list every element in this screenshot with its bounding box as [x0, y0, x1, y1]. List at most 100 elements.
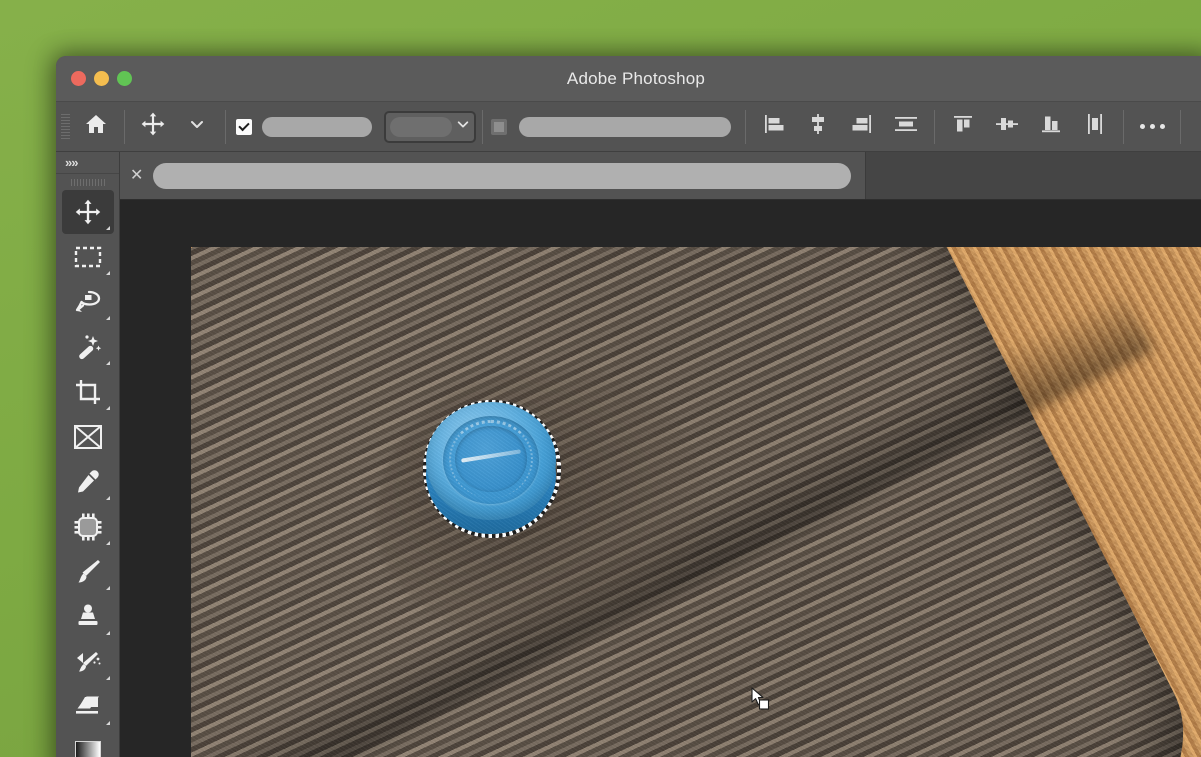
- tool-flyout-indicator-icon: [105, 676, 110, 680]
- distribute-horizontal-centers-icon: [1084, 112, 1106, 141]
- frame-icon: [73, 424, 103, 450]
- align-right-edges-icon: [850, 113, 874, 140]
- separator: [225, 109, 226, 144]
- align-left-edges-button[interactable]: [752, 105, 796, 149]
- options-bar: [56, 102, 1201, 152]
- sidebar-item-lasso-tool[interactable]: [62, 280, 114, 324]
- separator: [124, 109, 125, 144]
- canvas-area[interactable]: [120, 200, 1201, 757]
- sidebar-item-rectangular-marquee-tool[interactable]: [62, 235, 114, 279]
- show-transform-checkbox[interactable]: [491, 118, 507, 135]
- tools-panel: »»: [56, 152, 120, 757]
- gradient-swatch-icon: [74, 741, 101, 757]
- move-tool-icon: [140, 111, 166, 142]
- tool-flyout-indicator-icon: [105, 271, 110, 275]
- chevron-down-icon: [456, 117, 470, 136]
- tool-flyout-indicator-icon: [105, 586, 110, 590]
- auto-select-label-redacted: [262, 116, 372, 137]
- lasso-icon: [74, 289, 102, 315]
- move-tool-icon: [74, 198, 102, 226]
- home-button[interactable]: [74, 105, 118, 149]
- minimize-window-button[interactable]: [94, 71, 109, 86]
- sidebar-item-magic-wand-tool[interactable]: [62, 325, 114, 369]
- align-vertical-centers-button[interactable]: [985, 105, 1029, 149]
- title-bar: Adobe Photoshop: [56, 56, 1201, 102]
- sidebar-item-frame-tool[interactable]: [62, 415, 114, 459]
- document-tab-title-redacted: [153, 162, 851, 189]
- photoshop-window: Adobe Photoshop »» ✕: [56, 56, 1201, 757]
- selected-compass-disc[interactable]: [418, 395, 566, 543]
- tool-preset-chevron-button[interactable]: [175, 105, 219, 149]
- distribute-vertical-centers-button[interactable]: [884, 105, 928, 149]
- window-title: Adobe Photoshop: [566, 68, 706, 88]
- document-column: ✕: [120, 152, 1201, 757]
- eraser-icon: [73, 694, 103, 720]
- move-cursor: [751, 687, 773, 713]
- auto-select-option: [236, 116, 372, 137]
- crop-icon: [74, 378, 102, 406]
- layer-scope-select[interactable]: [384, 110, 476, 143]
- separator: [745, 109, 746, 144]
- home-icon: [84, 112, 108, 141]
- tool-flyout-indicator-icon: [105, 406, 110, 410]
- close-tab-icon[interactable]: ✕: [130, 167, 143, 184]
- align-group-edges: [752, 105, 928, 149]
- tab-bar-filler: [866, 152, 1201, 199]
- chevron-down-icon: [189, 116, 205, 137]
- spot-healing-icon: [74, 513, 102, 541]
- sidebar-item-brush-tool[interactable]: [62, 550, 114, 594]
- document-tab[interactable]: ✕: [120, 152, 866, 199]
- tool-flyout-indicator-icon: [105, 541, 110, 545]
- align-bottom-edges-button[interactable]: [1029, 105, 1073, 149]
- align-left-edges-icon: [762, 113, 786, 140]
- active-tool-button[interactable]: [131, 105, 175, 149]
- align-group-vertical: [941, 105, 1117, 149]
- align-right-edges-button[interactable]: [840, 105, 884, 149]
- distribute-vertical-centers-icon: [893, 113, 919, 140]
- align-top-edges-icon: [951, 113, 975, 140]
- align-vertical-centers-icon: [994, 113, 1020, 140]
- layer-scope-value-redacted: [390, 116, 452, 137]
- tool-flyout-indicator-icon: [105, 316, 110, 320]
- brush-icon: [74, 558, 102, 586]
- align-bottom-edges-icon: [1039, 113, 1063, 140]
- maximize-window-button[interactable]: [117, 71, 132, 86]
- clone-stamp-icon: [74, 603, 102, 631]
- auto-select-checkbox[interactable]: [236, 118, 252, 135]
- separator: [1180, 109, 1181, 144]
- align-horizontal-centers-icon: [806, 113, 830, 140]
- options-bar-grip-icon[interactable]: [61, 113, 70, 140]
- sidebar-item-crop-tool[interactable]: [62, 370, 114, 414]
- tools-panel-grip[interactable]: [56, 174, 119, 190]
- marquee-icon: [74, 245, 102, 269]
- tool-flyout-indicator-icon: [105, 361, 110, 365]
- more-options-icon: [1139, 124, 1165, 129]
- magic-wand-icon: [74, 333, 102, 361]
- align-top-edges-button[interactable]: [941, 105, 985, 149]
- window-controls: [71, 56, 132, 101]
- tool-flyout-indicator-icon: [105, 226, 110, 230]
- sidebar-item-history-brush-tool[interactable]: [62, 640, 114, 684]
- document-image[interactable]: [191, 247, 1201, 757]
- more-options-button[interactable]: [1130, 105, 1174, 149]
- tool-flyout-indicator-icon: [105, 631, 110, 635]
- document-tab-bar: ✕: [120, 152, 1201, 200]
- close-window-button[interactable]: [71, 71, 86, 86]
- expand-tools-panel-button[interactable]: »»: [56, 152, 119, 174]
- sidebar-item-move-tool[interactable]: [61, 190, 114, 234]
- tool-flyout-indicator-icon: [105, 721, 110, 725]
- sidebar-item-eyedropper-tool[interactable]: [62, 460, 114, 504]
- sidebar-item-eraser-tool[interactable]: [62, 685, 114, 729]
- align-horizontal-centers-button[interactable]: [796, 105, 840, 149]
- distribute-horizontal-centers-button[interactable]: [1073, 105, 1117, 149]
- work-area: »» ✕: [56, 152, 1201, 757]
- show-transform-label-redacted: [519, 116, 731, 137]
- separator: [1123, 109, 1124, 144]
- sidebar-item-spot-healing-brush-tool[interactable]: [62, 505, 114, 549]
- sidebar-item-gradient-tool[interactable]: [62, 730, 114, 757]
- tool-flyout-indicator-icon: [105, 496, 110, 500]
- show-transform-controls-option: [491, 116, 731, 137]
- separator: [934, 109, 935, 144]
- sidebar-item-clone-stamp-tool[interactable]: [62, 595, 114, 639]
- eyedropper-icon: [74, 468, 102, 496]
